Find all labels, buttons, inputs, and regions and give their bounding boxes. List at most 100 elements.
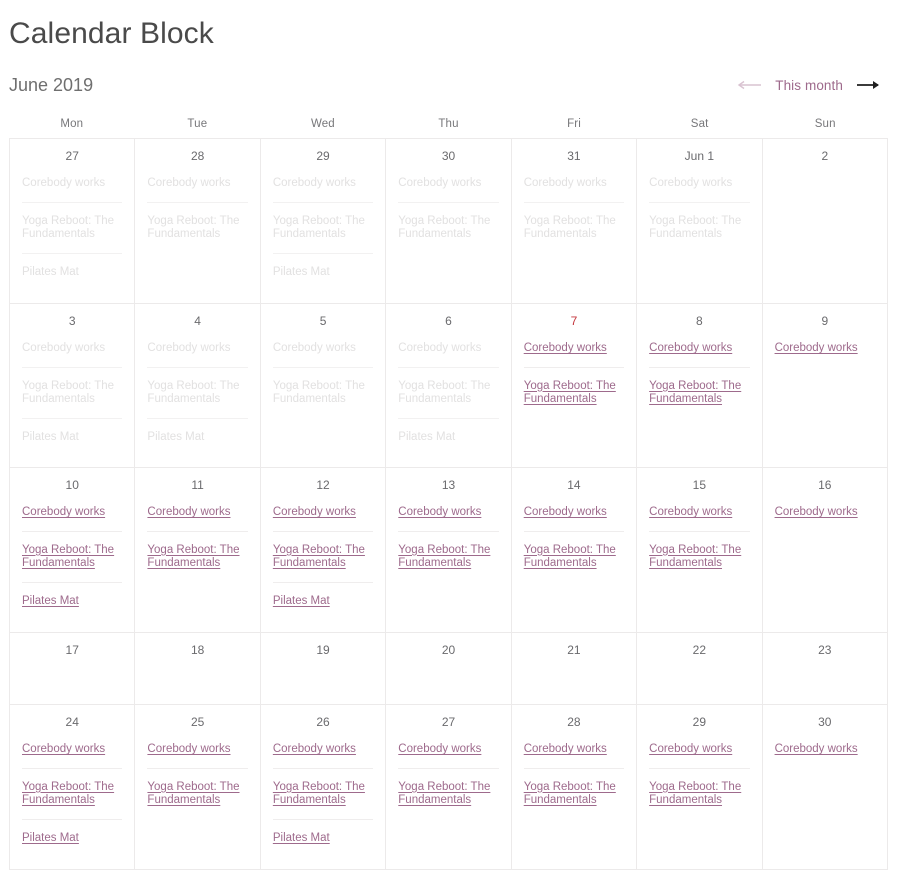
calendar-event[interactable]: Corebody works	[398, 506, 498, 531]
calendar-event-link[interactable]: Yoga Reboot: The Fundamentals	[398, 544, 490, 570]
calendar-event-link[interactable]: Yoga Reboot: The Fundamentals	[398, 781, 490, 807]
calendar-day-cell[interactable]: 25 Corebody works Yoga Reboot: The Fundame…	[135, 705, 261, 870]
calendar-event-link[interactable]: Corebody works	[775, 743, 858, 755]
calendar-event-link[interactable]: Corebody works	[273, 743, 356, 755]
calendar-day-cell[interactable]: 30 Corebody works	[762, 705, 888, 870]
calendar-event[interactable]: Corebody works	[524, 743, 624, 768]
calendar-event[interactable]: Yoga Reboot: The Fundamentals	[523, 530, 625, 582]
calendar-event[interactable]: Yoga Reboot: The Fundamentals	[272, 767, 374, 819]
calendar-event-link[interactable]: Pilates Mat	[273, 595, 330, 607]
previous-month-arrow-icon[interactable]	[733, 74, 767, 96]
calendar-day-cell[interactable]: 28 Corebody works Yoga Reboot: The Fundame…	[135, 139, 261, 304]
calendar-event-link[interactable]: Yoga Reboot: The Fundamentals	[273, 781, 365, 807]
calendar-event-link[interactable]: Yoga Reboot: The Fundamentals	[147, 544, 239, 570]
next-month-arrow-icon[interactable]	[851, 74, 885, 96]
calendar-event-link[interactable]: Corebody works	[775, 506, 858, 518]
calendar-event[interactable]: Pilates Mat	[272, 818, 374, 857]
calendar-event-link[interactable]: Corebody works	[524, 743, 607, 755]
calendar-event[interactable]: Pilates Mat	[22, 818, 123, 857]
calendar-event[interactable]: Corebody works	[649, 342, 749, 367]
calendar-event[interactable]: Corebody works	[524, 506, 624, 531]
calendar-event[interactable]: Pilates Mat	[22, 581, 123, 620]
calendar-day-cell[interactable]: 2	[762, 139, 888, 304]
calendar-day-cell[interactable]: 28 Corebody works Yoga Reboot: The Fundame…	[511, 705, 638, 870]
calendar-day-cell[interactable]: 3 Corebody works Yoga Reboot: The Fundamen…	[10, 304, 136, 468]
calendar-day-cell[interactable]: 5 Corebody works Yoga Reboot: The Fundamen…	[260, 304, 387, 468]
calendar-day-cell[interactable]: 19	[260, 633, 387, 705]
calendar-event[interactable]: Corebody works	[524, 342, 624, 367]
calendar-event[interactable]: Yoga Reboot: The Fundamentals	[398, 530, 499, 582]
calendar-event[interactable]: Corebody works	[649, 506, 749, 531]
calendar-event[interactable]: Corebody works	[649, 743, 749, 768]
calendar-event-link[interactable]: Yoga Reboot: The Fundamentals	[649, 544, 741, 570]
calendar-event[interactable]: Yoga Reboot: The Fundamentals	[147, 767, 248, 819]
calendar-day-cell[interactable]: 14 Corebody works Yoga Reboot: The Fundame…	[511, 468, 638, 633]
calendar-event[interactable]: Yoga Reboot: The Fundamentals	[523, 366, 625, 418]
calendar-event-link[interactable]: Corebody works	[775, 342, 858, 354]
calendar-day-cell[interactable]: 9 Corebody works	[762, 304, 888, 468]
calendar-day-cell[interactable]: 29 Corebody works Yoga Reboot: The Fundame…	[260, 139, 387, 304]
calendar-event-link[interactable]: Yoga Reboot: The Fundamentals	[147, 781, 239, 807]
calendar-event[interactable]: Corebody works	[775, 506, 875, 531]
calendar-event[interactable]: Corebody works	[273, 743, 373, 768]
calendar-day-cell[interactable]: 23	[762, 633, 888, 705]
calendar-event[interactable]: Corebody works	[775, 342, 875, 367]
calendar-event-link[interactable]: Yoga Reboot: The Fundamentals	[649, 380, 741, 406]
calendar-day-cell[interactable]: 24 Corebody works Yoga Reboot: The Fundame…	[10, 705, 136, 870]
calendar-event-link[interactable]: Corebody works	[398, 506, 481, 518]
calendar-day-cell[interactable]: 11 Corebody works Yoga Reboot: The Fundame…	[135, 468, 261, 633]
calendar-day-cell[interactable]: 12 Corebody works Yoga Reboot: The Fundame…	[260, 468, 387, 633]
calendar-day-cell[interactable]: 18	[135, 633, 261, 705]
calendar-event[interactable]: Corebody works	[775, 743, 875, 768]
calendar-event[interactable]: Corebody works	[398, 743, 498, 768]
calendar-day-cell[interactable]: 29 Corebody works Yoga Reboot: The Fundame…	[637, 705, 763, 870]
calendar-event-link[interactable]: Corebody works	[273, 506, 356, 518]
calendar-day-cell[interactable]: 21	[511, 633, 638, 705]
calendar-event-link[interactable]: Yoga Reboot: The Fundamentals	[649, 781, 741, 807]
calendar-event-link[interactable]: Corebody works	[147, 743, 230, 755]
calendar-day-cell[interactable]: 17	[10, 633, 136, 705]
calendar-event-link[interactable]: Corebody works	[649, 506, 732, 518]
calendar-event-link[interactable]: Corebody works	[649, 342, 732, 354]
calendar-event-link[interactable]: Corebody works	[524, 506, 607, 518]
calendar-event[interactable]: Yoga Reboot: The Fundamentals	[649, 366, 750, 418]
calendar-event-link[interactable]: Yoga Reboot: The Fundamentals	[524, 781, 616, 807]
calendar-day-cell[interactable]: 30 Corebody works Yoga Reboot: The Fundame…	[386, 139, 512, 304]
calendar-event-link[interactable]: Yoga Reboot: The Fundamentals	[524, 380, 616, 406]
calendar-day-cell[interactable]: 7 Corebody works Yoga Reboot: The Fundamen…	[511, 304, 638, 468]
calendar-event-link[interactable]: Yoga Reboot: The Fundamentals	[22, 544, 114, 570]
calendar-event[interactable]: Corebody works	[22, 743, 122, 768]
calendar-day-cell[interactable]: 27 Corebody works Yoga Reboot: The Fundame…	[10, 139, 136, 304]
calendar-event[interactable]: Yoga Reboot: The Fundamentals	[649, 767, 750, 819]
calendar-day-cell[interactable]: 8 Corebody works Yoga Reboot: The Fundamen…	[637, 304, 763, 468]
calendar-event[interactable]: Yoga Reboot: The Fundamentals	[147, 530, 248, 582]
calendar-event-link[interactable]: Corebody works	[398, 743, 481, 755]
calendar-day-cell[interactable]: 13 Corebody works Yoga Reboot: The Fundame…	[386, 468, 512, 633]
calendar-event-link[interactable]: Yoga Reboot: The Fundamentals	[524, 544, 616, 570]
calendar-event[interactable]: Pilates Mat	[272, 581, 374, 620]
calendar-event[interactable]: Corebody works	[22, 506, 122, 531]
calendar-event-link[interactable]: Corebody works	[22, 506, 105, 518]
calendar-event-link[interactable]: Yoga Reboot: The Fundamentals	[22, 781, 114, 807]
calendar-event[interactable]: Yoga Reboot: The Fundamentals	[272, 530, 374, 582]
this-month-button[interactable]: This month	[767, 78, 851, 93]
calendar-day-cell[interactable]: 26 Corebody works Yoga Reboot: The Fundame…	[260, 705, 387, 870]
calendar-event-link[interactable]: Pilates Mat	[22, 595, 79, 607]
calendar-day-cell[interactable]: 22	[637, 633, 763, 705]
calendar-event[interactable]: Corebody works	[273, 506, 373, 531]
calendar-day-cell[interactable]: 4 Corebody works Yoga Reboot: The Fundamen…	[135, 304, 261, 468]
calendar-event-link[interactable]: Yoga Reboot: The Fundamentals	[273, 544, 365, 570]
calendar-event-link[interactable]: Corebody works	[147, 506, 230, 518]
calendar-event[interactable]: Yoga Reboot: The Fundamentals	[523, 767, 625, 819]
calendar-day-cell[interactable]: Jun 1 Corebody works Yoga Reboot: The Fund…	[637, 139, 763, 304]
calendar-event-link[interactable]: Pilates Mat	[22, 832, 79, 844]
calendar-event-link[interactable]: Corebody works	[649, 743, 732, 755]
calendar-event[interactable]: Yoga Reboot: The Fundamentals	[22, 767, 123, 819]
calendar-day-cell[interactable]: 10 Corebody works Yoga Reboot: The Fundame…	[10, 468, 136, 633]
calendar-event-link[interactable]: Pilates Mat	[273, 832, 330, 844]
calendar-day-cell[interactable]: 6 Corebody works Yoga Reboot: The Fundamen…	[386, 304, 512, 468]
calendar-event-link[interactable]: Corebody works	[524, 342, 607, 354]
calendar-day-cell[interactable]: 20	[386, 633, 512, 705]
calendar-day-cell[interactable]: 31 Corebody works Yoga Reboot: The Fundame…	[511, 139, 638, 304]
calendar-event[interactable]: Yoga Reboot: The Fundamentals	[22, 530, 123, 582]
